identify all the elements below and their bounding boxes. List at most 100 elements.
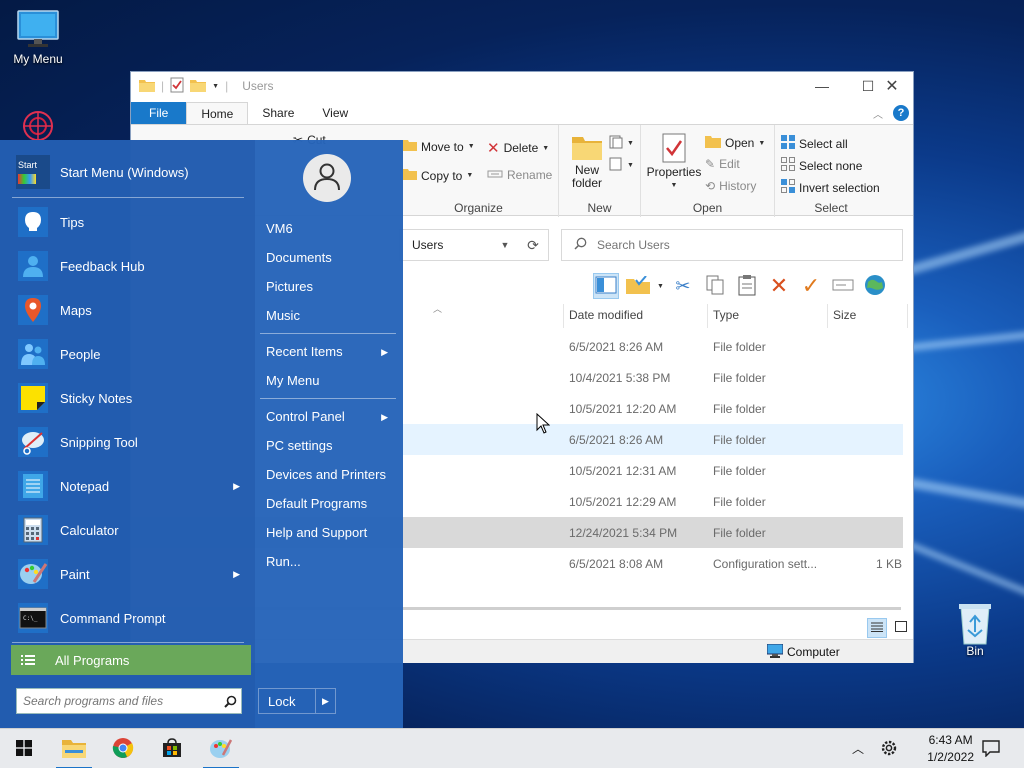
start-search-input[interactable] [17,689,219,713]
move-to-button[interactable]: Move to ▼ [403,139,475,154]
cut-tool-button[interactable]: ✂ [670,273,696,299]
lock-options-arrow-icon[interactable]: ▶ [315,689,335,713]
start-item-calculator[interactable]: Calculator [10,508,246,552]
start-item-paint[interactable]: Paint ▶ [10,552,246,596]
select-none-button[interactable]: Select none [781,157,862,174]
close-button[interactable]: ✕ [869,72,915,100]
preview-pane-button[interactable] [593,273,619,299]
user-avatar[interactable] [303,154,351,202]
taskbar-store[interactable] [148,729,196,768]
start-right-my-menu[interactable]: My Menu [266,373,396,388]
row-type: File folder [713,402,766,416]
start-right-documents[interactable]: Documents [266,250,396,265]
start-right-music[interactable]: Music [266,308,396,323]
start-right-help-support[interactable]: Help and Support [266,525,396,540]
start-search-box[interactable] [16,688,242,714]
search-input[interactable] [597,238,902,252]
properties-tool-button[interactable]: ✓ [798,273,824,299]
properties-button[interactable]: Properties ▼ [645,133,703,192]
start-right-default-programs[interactable]: Default Programs [266,496,396,511]
easy-access-button[interactable]: ▼ [609,157,634,174]
select-group: Select all Select none Invert selection … [775,125,887,217]
start-item-snipping-tool[interactable]: Snipping Tool [10,420,246,464]
mandala-icon[interactable] [16,108,60,143]
rename-button[interactable]: Rename [487,168,552,182]
lock-button[interactable]: Lock ▶ [258,688,336,714]
computer-icon [766,643,784,661]
rename-tool-button[interactable] [830,273,856,299]
tab-file[interactable]: File [131,102,187,124]
desktop-icon-my-menu[interactable]: My Menu [0,10,76,66]
properties-quick-icon[interactable] [170,77,184,96]
start-right-control-panel[interactable]: Control Panel ▶ [266,409,396,424]
show-hidden-icons-chevron-icon[interactable]: ︿ [852,740,864,757]
start-right-pictures[interactable]: Pictures [266,279,396,294]
search-icon[interactable] [219,695,241,708]
minimize-button[interactable]: — [799,72,845,100]
start-item-notepad[interactable]: Notepad ▶ [10,464,246,508]
settings-gear-icon[interactable] [880,739,898,760]
invert-selection-button[interactable]: Invert selection [781,179,880,196]
start-right-user[interactable]: VM6 [266,221,396,236]
start-item-people[interactable]: People [10,332,246,376]
refresh-icon[interactable]: ⟳ [518,237,548,254]
collapse-ribbon-icon[interactable]: ︿ [873,106,883,121]
tab-share[interactable]: Share [248,102,308,124]
start-item-sticky-notes[interactable]: Sticky Notes [10,376,246,420]
address-bar[interactable]: Users ▼ ⟳ [399,229,549,261]
taskbar-paint[interactable] [197,729,245,768]
desktop-icon-recycle-bin[interactable]: Bin [937,602,1013,658]
start-right-devices-printers[interactable]: Devices and Printers [266,467,396,482]
delete-button[interactable]: ✕ Delete ▼ [487,139,549,157]
start-button[interactable] [0,729,48,768]
tab-home[interactable]: Home [186,102,249,124]
quick-access-dropdown-icon[interactable]: ▼ [212,83,219,90]
address-dropdown-icon[interactable]: ▼ [492,240,518,250]
new-item-button[interactable]: ▼ [609,135,634,152]
column-date-modified[interactable]: Date modified [569,308,643,322]
paste-tool-button[interactable] [734,273,760,299]
select-all-button[interactable]: Select all [781,135,848,152]
move-to-icon [403,139,417,154]
start-item-tips[interactable]: Tips [10,200,246,244]
taskbar: ︿ 6:43 AM 1/2/2022 [0,728,1024,768]
details-view-button[interactable] [867,618,887,638]
taskbar-file-explorer[interactable] [50,729,98,768]
notifications-icon[interactable] [982,739,1000,760]
start-menu-header[interactable]: Start Start Menu (Windows) [10,150,246,194]
start-item-command-prompt[interactable]: C:\_ Command Prompt [10,596,246,640]
toolbar-dropdown-icon[interactable]: ▼ [657,283,664,290]
large-icons-view-button[interactable] [891,618,911,638]
history-button[interactable]: ⟲ History [705,179,756,193]
start-right-recent-items[interactable]: Recent Items ▶ [266,344,396,359]
start-item-maps[interactable]: Maps [10,288,246,332]
checkmark-icon: ✓ [801,273,821,298]
taskbar-chrome[interactable] [99,729,147,768]
start-right-run[interactable]: Run... [266,554,396,569]
select-mode-button[interactable] [625,273,651,299]
column-type[interactable]: Type [713,308,739,322]
all-programs-button[interactable]: All Programs [11,645,251,675]
tab-view[interactable]: View [308,102,362,124]
start-item-feedback-hub[interactable]: Feedback Hub [10,244,246,288]
row-date: 12/24/2021 5:34 PM [569,526,678,540]
copy-to-button[interactable]: Copy to ▼ [403,168,473,183]
network-tool-button[interactable] [862,273,888,299]
help-icon[interactable]: ? [893,105,909,121]
delete-tool-button[interactable]: ✕ [766,273,792,299]
new-folder-quick-icon[interactable] [190,78,207,95]
large-icons-view-icon [895,621,907,635]
column-size[interactable]: Size [833,308,856,322]
easy-access-icon [609,157,623,174]
copy-tool-button[interactable] [702,273,728,299]
taskbar-clock[interactable]: 6:43 AM 1/2/2022 [927,732,974,766]
row-type: File folder [713,526,766,540]
search-box[interactable] [561,229,903,261]
submenu-arrow-icon: ▶ [233,480,240,491]
open-button[interactable]: Open ▼ [705,135,765,151]
edit-button[interactable]: ✎ Edit [705,157,740,171]
start-right-pc-settings[interactable]: PC settings [266,438,396,453]
address-path: Users [412,238,444,252]
row-type: File folder [713,495,766,509]
new-folder-button[interactable]: New folder [567,133,607,190]
